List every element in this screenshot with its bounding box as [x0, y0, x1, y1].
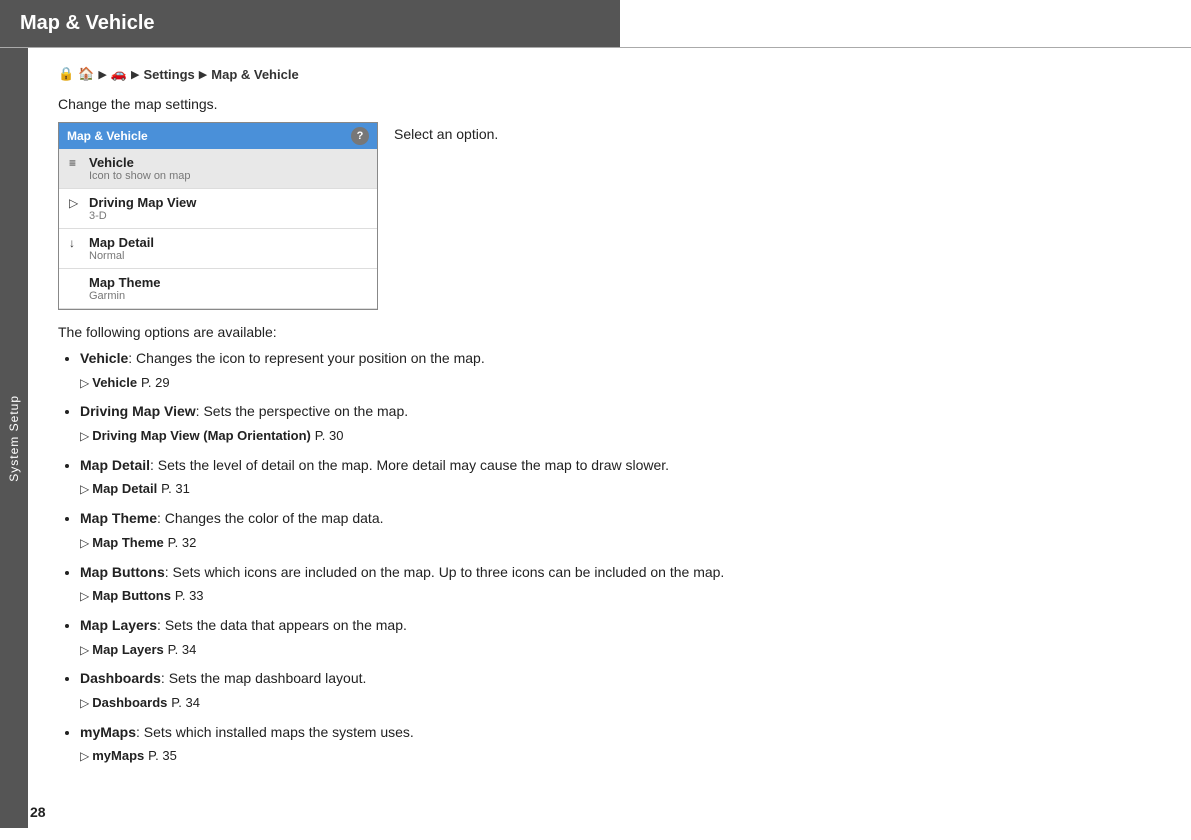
list-item-maptheme: Map Theme: Changes the color of the map …: [80, 508, 1161, 553]
breadcrumb: 🔒 🏠 ▶ 🚗 ▶ Settings ▶ Map & Vehicle: [58, 66, 1161, 82]
option-desc-mapdetail: : Sets the level of detail on the map. M…: [150, 457, 669, 473]
device-menu-item-vehicle[interactable]: ≡ Vehicle Icon to show on map: [59, 149, 377, 189]
ref-dashboards: ▷Dashboards P. 34: [80, 692, 1161, 714]
list-item-maplayers: Map Layers: Sets the data that appears o…: [80, 615, 1161, 660]
breadcrumb-home-icon: 🏠: [78, 66, 94, 82]
ref-text-mymaps: myMaps: [92, 748, 144, 763]
option-title-mapdetail: Map Detail: [80, 457, 150, 473]
device-screenshot: Map & Vehicle ? ≡ Vehicle Icon to show o…: [58, 122, 378, 310]
ref-page-mapdetail: P. 31: [161, 481, 190, 496]
breadcrumb-section: Map & Vehicle: [211, 67, 298, 82]
content-area: 🔒 🏠 ▶ 🚗 ▶ Settings ▶ Map & Vehicle Chang…: [28, 48, 1191, 828]
option-title-dashboards: Dashboards: [80, 670, 161, 686]
menu-title-mapdetail: Map Detail: [89, 235, 367, 250]
device-menu-item-maptheme[interactable]: Map Theme Garmin: [59, 269, 377, 309]
options-list: Vehicle: Changes the icon to represent y…: [58, 348, 1161, 767]
page-header: Map & Vehicle: [0, 0, 620, 47]
option-desc-vehicle: : Changes the icon to represent your pos…: [128, 350, 484, 366]
option-title-driving: Driving Map View: [80, 403, 196, 419]
device-header-title: Map & Vehicle: [67, 129, 148, 143]
ref-page-maptheme: P. 32: [168, 535, 197, 550]
ref-mapbuttons: ▷Map Buttons P. 33: [80, 585, 1161, 607]
ref-page-mymaps: P. 35: [148, 748, 177, 763]
ref-vehicle: ▷Vehicle P. 29: [80, 372, 1161, 394]
screenshot-caption: Select an option.: [394, 122, 498, 142]
device-header: Map & Vehicle ?: [59, 123, 377, 149]
ref-text-dashboards: Dashboards: [92, 695, 167, 710]
ref-icon-vehicle: ▷: [80, 376, 89, 390]
menu-subtitle-vehicle: Icon to show on map: [89, 170, 367, 182]
ref-page-mapbuttons: P. 33: [175, 588, 204, 603]
list-item-vehicle: Vehicle: Changes the icon to represent y…: [80, 348, 1161, 393]
ref-text-maplayers: Map Layers: [92, 642, 164, 657]
menu-subtitle-driving: 3-D: [89, 210, 367, 222]
list-item-dashboards: Dashboards: Sets the map dashboard layou…: [80, 668, 1161, 713]
ref-page-driving: P. 30: [315, 428, 344, 443]
ref-icon-maptheme: ▷: [80, 536, 89, 550]
menu-subtitle-maptheme: Garmin: [89, 290, 367, 302]
menu-title-vehicle: Vehicle: [89, 155, 367, 170]
menu-icon-mapdetail: ↓: [69, 236, 83, 250]
device-menu-item-driving[interactable]: ▷ Driving Map View 3-D: [59, 189, 377, 229]
list-item-mapbuttons: Map Buttons: Sets which icons are includ…: [80, 562, 1161, 607]
list-item-driving: Driving Map View: Sets the perspective o…: [80, 401, 1161, 446]
main-content: System Setup 🔒 🏠 ▶ 🚗 ▶ Settings ▶ Map & …: [0, 48, 1191, 828]
menu-title-maptheme: Map Theme: [89, 275, 367, 290]
ref-icon-dashboards: ▷: [80, 696, 89, 710]
ref-maptheme: ▷Map Theme P. 32: [80, 532, 1161, 554]
option-title-mymaps: myMaps: [80, 724, 136, 740]
ref-maplayers: ▷Map Layers P. 34: [80, 639, 1161, 661]
ref-icon-driving: ▷: [80, 429, 89, 443]
screenshot-area: Map & Vehicle ? ≡ Vehicle Icon to show o…: [58, 122, 1161, 310]
breadcrumb-car-icon: 🚗: [111, 66, 127, 82]
ref-icon-mymaps: ▷: [80, 749, 89, 763]
breadcrumb-arrow-2: ▶: [131, 68, 139, 81]
ref-icon-mapdetail: ▷: [80, 482, 89, 496]
menu-icon-vehicle: ≡: [69, 156, 83, 170]
ref-text-driving: Driving Map View (Map Orientation): [92, 428, 311, 443]
breadcrumb-lock-icon: 🔒: [58, 66, 74, 82]
intro-text: Change the map settings.: [58, 96, 1161, 112]
page-number: 28: [30, 804, 46, 820]
menu-title-driving: Driving Map View: [89, 195, 367, 210]
option-title-maplayers: Map Layers: [80, 617, 157, 633]
option-desc-maptheme: : Changes the color of the map data.: [157, 510, 383, 526]
ref-text-maptheme: Map Theme: [92, 535, 164, 550]
option-title-vehicle: Vehicle: [80, 350, 128, 366]
option-desc-maplayers: : Sets the data that appears on the map.: [157, 617, 407, 633]
ref-mymaps: ▷myMaps P. 35: [80, 745, 1161, 767]
page-title: Map & Vehicle: [20, 12, 155, 35]
option-desc-mymaps: : Sets which installed maps the system u…: [136, 724, 414, 740]
ref-text-vehicle: Vehicle: [92, 375, 137, 390]
ref-text-mapdetail: Map Detail: [92, 481, 157, 496]
breadcrumb-arrow-3: ▶: [199, 68, 207, 81]
menu-subtitle-mapdetail: Normal: [89, 250, 367, 262]
option-title-mapbuttons: Map Buttons: [80, 564, 165, 580]
breadcrumb-settings: Settings: [144, 67, 195, 82]
options-intro: The following options are available:: [58, 324, 1161, 340]
ref-page-vehicle: P. 29: [141, 375, 170, 390]
sidebar: System Setup: [0, 48, 28, 828]
list-item-mapdetail: Map Detail: Sets the level of detail on …: [80, 455, 1161, 500]
device-help-button[interactable]: ?: [351, 127, 369, 145]
device-menu-item-mapdetail[interactable]: ↓ Map Detail Normal: [59, 229, 377, 269]
ref-mapdetail: ▷Map Detail P. 31: [80, 478, 1161, 500]
option-desc-driving: : Sets the perspective on the map.: [196, 403, 408, 419]
sidebar-label: System Setup: [7, 395, 21, 482]
ref-driving: ▷Driving Map View (Map Orientation) P. 3…: [80, 425, 1161, 447]
ref-icon-mapbuttons: ▷: [80, 589, 89, 603]
list-item-mymaps: myMaps: Sets which installed maps the sy…: [80, 722, 1161, 767]
menu-icon-driving: ▷: [69, 196, 83, 210]
ref-page-maplayers: P. 34: [168, 642, 197, 657]
ref-icon-maplayers: ▷: [80, 643, 89, 657]
option-desc-dashboards: : Sets the map dashboard layout.: [161, 670, 366, 686]
ref-text-mapbuttons: Map Buttons: [92, 588, 171, 603]
ref-page-dashboards: P. 34: [171, 695, 200, 710]
option-desc-mapbuttons: : Sets which icons are included on the m…: [165, 564, 725, 580]
option-title-maptheme: Map Theme: [80, 510, 157, 526]
breadcrumb-arrow-1: ▶: [98, 68, 106, 81]
